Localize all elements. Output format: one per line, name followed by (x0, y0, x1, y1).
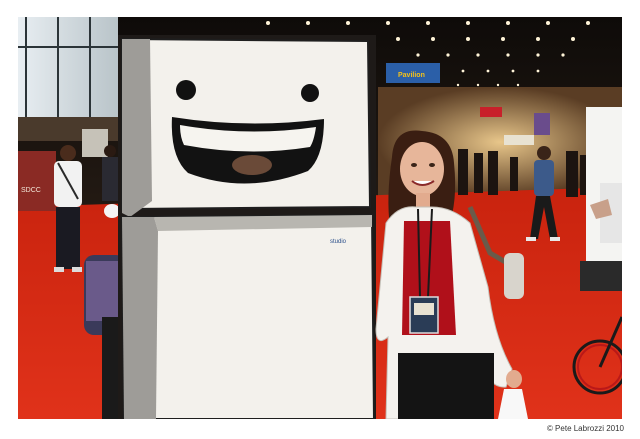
photo-credit: © Pete Labrozzi 2010 (546, 424, 624, 433)
booth-sign-left (82, 129, 108, 157)
fridge-shade-upper (122, 39, 152, 217)
photo-page: Pavilion SDCC studio © Pete Labrozzi 201… (0, 0, 640, 439)
booth-banner-red (480, 107, 502, 117)
pavilion-sign-text: Pavilion (398, 72, 425, 79)
person-right-edge (586, 107, 622, 277)
convention-photo: Pavilion SDCC studio (18, 17, 622, 419)
woman-pants (398, 353, 494, 419)
photo-scene: Pavilion SDCC studio (18, 17, 622, 419)
woman-face (400, 142, 444, 196)
fridge-logo: studio (330, 239, 347, 245)
man-with-camera (54, 145, 82, 272)
fridge-main-door (120, 213, 376, 419)
fridge-shade-lower (122, 217, 158, 419)
woman-bag (504, 253, 524, 299)
fridge-right-eye (301, 84, 319, 102)
booth-left (18, 151, 56, 211)
booth-poster (534, 113, 550, 135)
booth-left-text: SDCC (21, 187, 41, 194)
window-wall (18, 17, 118, 117)
booth-banner-light (504, 135, 534, 145)
fridge-costume: studio (118, 35, 376, 419)
fridge-left-eye (176, 80, 196, 100)
face-in-mouth (232, 155, 272, 175)
